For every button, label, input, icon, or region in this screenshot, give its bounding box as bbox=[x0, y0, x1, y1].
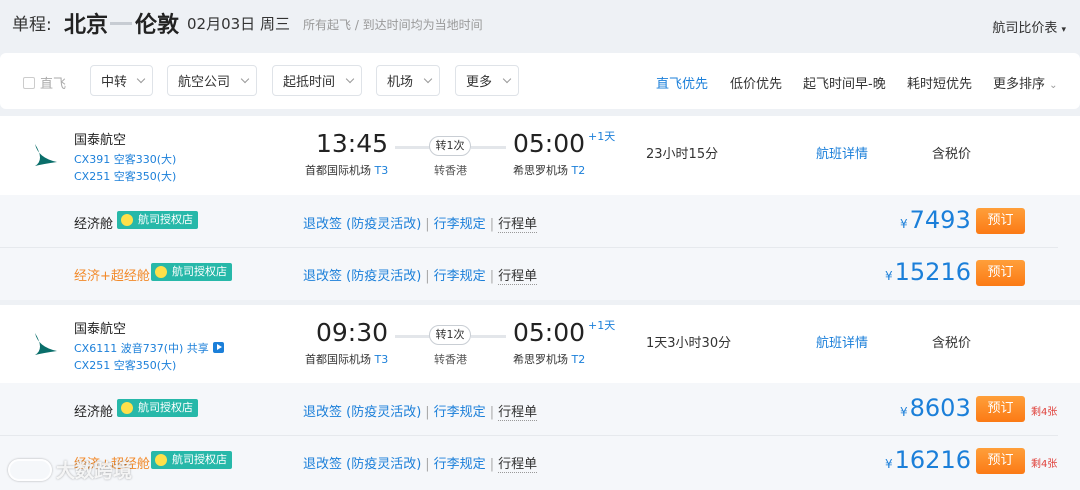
arrival-time: 05:00 bbox=[513, 129, 586, 158]
route-line bbox=[471, 146, 506, 149]
time-dropdown[interactable]: 起抵时间 bbox=[272, 65, 362, 96]
flower-icon bbox=[121, 402, 133, 414]
flight-summary: 国泰航空 CX6111 波音737(中) 共享 CX251 空客350(大) 0… bbox=[0, 305, 1080, 385]
sort-lowest-price[interactable]: 低价优先 bbox=[730, 73, 782, 92]
cathay-logo-icon bbox=[35, 144, 57, 166]
direct-checkbox[interactable]: 直飞 bbox=[23, 73, 66, 92]
chevron-down-icon bbox=[136, 74, 146, 83]
fare-list: 经济舱 航司授权店 退改签 (防疫灵活改) | 行李规定 | 行程单 ¥7493 预订 … bbox=[0, 195, 1080, 300]
sort-direct-first[interactable]: 直飞优先 bbox=[656, 73, 708, 92]
chevron-down-icon bbox=[423, 74, 433, 83]
flight-duration: 1天3小时30分 bbox=[646, 336, 732, 351]
book-button[interactable]: 预订 bbox=[976, 396, 1025, 422]
fare-rules[interactable]: 退改签 (防疫灵活改) | 行李规定 | 行程单 bbox=[303, 401, 538, 421]
route-line bbox=[395, 146, 430, 149]
route-line bbox=[395, 335, 430, 338]
fare-row: 经济+超经舱 航司授权店 退改签 (防疫灵活改) | 行李规定 | 行程单 ¥15216… bbox=[0, 247, 1080, 300]
flower-icon bbox=[155, 454, 167, 466]
flight-leg-1: CX6111 波音737(中) 共享 bbox=[74, 340, 224, 356]
cathay-logo-icon bbox=[35, 333, 57, 355]
tickets-left: 剩4张 bbox=[1031, 407, 1058, 418]
airline-compare-dropdown[interactable]: 航司比价表 ▾ bbox=[992, 17, 1066, 36]
flight-duration: 23小时15分 bbox=[646, 147, 719, 162]
arrival-time: 05:00 bbox=[513, 318, 586, 347]
checkbox-icon bbox=[23, 76, 35, 89]
cabin-class: 经济舱 bbox=[74, 405, 114, 420]
fare-row: 经济舱 航司授权店 退改签 (防疫灵活改) | 行李规定 | 行程单 ¥7493 预订 bbox=[0, 195, 1080, 248]
fare-price: ¥15216 bbox=[885, 258, 971, 286]
airline-dropdown[interactable]: 航空公司 bbox=[167, 65, 257, 96]
sort-departure-time[interactable]: 起飞时间早-晚 bbox=[803, 73, 886, 92]
flight-card: 国泰航空 CX6111 波音737(中) 共享 CX251 空客350(大) 0… bbox=[0, 305, 1080, 490]
more-dropdown[interactable]: 更多 bbox=[455, 65, 519, 96]
day-offset: +1天 bbox=[588, 130, 616, 143]
tax-included-label: 含税价 bbox=[932, 336, 972, 351]
trip-type: 单程: bbox=[12, 15, 52, 35]
fare-list: 经济舱 航司授权店 退改签 (防疫灵活改) | 行李规定 | 行程单 ¥8603 预订 … bbox=[0, 383, 1080, 490]
airline-name: 国泰航空 bbox=[74, 133, 127, 148]
flight-leg-2: CX251 空客350(大) bbox=[74, 359, 177, 372]
codeshare-info-icon[interactable] bbox=[212, 342, 224, 353]
departure-time: 13:45 bbox=[316, 129, 389, 158]
fare-row: 经济+超经舱 航司授权店 退改签 (防疫灵活改) | 行李规定 | 行程单 ¥16216… bbox=[0, 435, 1080, 488]
fare-price: ¥8603 bbox=[900, 394, 971, 422]
flower-icon bbox=[121, 214, 133, 226]
authorized-store-badge: 航司授权店 bbox=[117, 399, 198, 417]
book-button[interactable]: 预订 bbox=[976, 260, 1025, 286]
day-offset: +1天 bbox=[588, 319, 616, 332]
authorized-store-badge: 航司授权店 bbox=[151, 451, 232, 469]
airport-dropdown[interactable]: 机场 bbox=[376, 65, 440, 96]
book-button[interactable]: 预订 bbox=[976, 448, 1025, 474]
departure-airport: 首都国际机场 T3 bbox=[305, 164, 389, 177]
authorized-store-badge: 航司授权店 bbox=[151, 263, 232, 281]
cabin-class: 经济+超经舱 bbox=[74, 269, 150, 284]
cabin-class: 经济舱 bbox=[74, 217, 114, 232]
flight-leg-2: CX251 空客350(大) bbox=[74, 170, 177, 183]
chevron-down-icon bbox=[345, 74, 355, 83]
chevron-down-icon bbox=[502, 74, 512, 83]
chevron-down-icon bbox=[240, 74, 250, 83]
fare-rules[interactable]: 退改签 (防疫灵活改) | 行李规定 | 行程单 bbox=[303, 265, 538, 285]
book-button[interactable]: 预订 bbox=[976, 208, 1025, 234]
route-header: 单程: 北京 伦敦 02月03日 周三 所有起飞 / 到达时间均为当地时间 航司… bbox=[0, 0, 1080, 50]
flight-details-link[interactable]: 航班详情 bbox=[816, 143, 868, 162]
airline-name: 国泰航空 bbox=[74, 322, 127, 337]
flight-summary: 国泰航空 CX391 空客330(大) CX251 空客350(大) 13:45… bbox=[0, 116, 1080, 196]
stop-count[interactable]: 转1次 bbox=[429, 136, 471, 156]
destination-city: 伦敦 bbox=[135, 13, 180, 38]
departure-airport: 首都国际机场 T3 bbox=[305, 353, 389, 366]
authorized-store-badge: 航司授权店 bbox=[117, 211, 198, 229]
fare-row: 经济舱 航司授权店 退改签 (防疫灵活改) | 行李规定 | 行程单 ¥8603 预订 … bbox=[0, 383, 1080, 436]
flight-card: 国泰航空 CX391 空客330(大) CX251 空客350(大) 13:45… bbox=[0, 116, 1080, 300]
arrival-airport: 希思罗机场 T2 bbox=[513, 164, 586, 177]
flight-leg-1: CX391 空客330(大) bbox=[74, 153, 177, 166]
transfer-dropdown[interactable]: 中转 bbox=[90, 65, 153, 96]
sort-shortest-duration[interactable]: 耗时短优先 bbox=[907, 73, 972, 92]
flight-details-link[interactable]: 航班详情 bbox=[816, 332, 868, 351]
watermark: 大数跨境 bbox=[8, 456, 132, 483]
tickets-left: 剩4张 bbox=[1031, 459, 1058, 470]
departure-time: 09:30 bbox=[316, 318, 389, 347]
codeshare-label: 共享 bbox=[186, 342, 209, 355]
filter-bar: 直飞 中转 航空公司 起抵时间 机场 更多 直飞优先 低价优先 起飞时间早-晚 … bbox=[0, 53, 1080, 109]
arrival-airport: 希思罗机场 T2 bbox=[513, 353, 586, 366]
stop-count[interactable]: 转1次 bbox=[429, 325, 471, 345]
origin-city: 北京 bbox=[64, 13, 109, 38]
watermark-logo-icon bbox=[8, 458, 52, 481]
fare-price: ¥16216 bbox=[885, 446, 971, 474]
time-note: 所有起飞 / 到达时间均为当地时间 bbox=[303, 18, 483, 32]
travel-date: 02月03日 周三 bbox=[187, 15, 290, 33]
transfer-city: 转香港 bbox=[434, 164, 467, 177]
tax-included-label: 含税价 bbox=[932, 147, 972, 162]
transfer-city: 转香港 bbox=[434, 353, 467, 366]
fare-rules[interactable]: 退改签 (防疫灵活改) | 行李规定 | 行程单 bbox=[303, 213, 538, 233]
flower-icon bbox=[155, 266, 167, 278]
route-arrow-icon bbox=[110, 22, 132, 25]
fare-rules[interactable]: 退改签 (防疫灵活改) | 行李规定 | 行程单 bbox=[303, 453, 538, 473]
route-line bbox=[471, 335, 506, 338]
sort-more[interactable]: 更多排序 ⌄ bbox=[993, 73, 1058, 92]
fare-price: ¥7493 bbox=[900, 206, 971, 234]
